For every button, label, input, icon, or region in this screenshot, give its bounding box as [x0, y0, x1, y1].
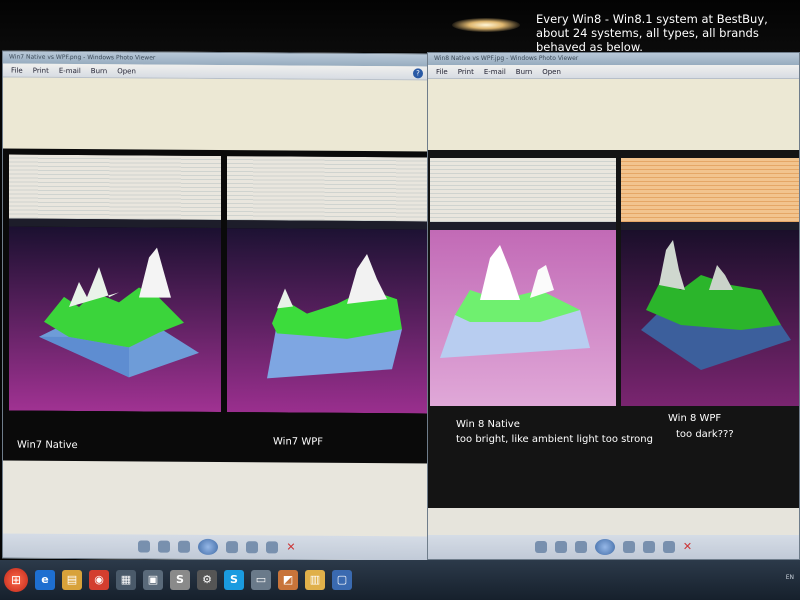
actual-size-icon[interactable] [554, 541, 567, 553]
menu-file[interactable]: File [436, 68, 448, 76]
window-icon[interactable]: ▭ [251, 570, 271, 590]
menu-burn[interactable]: Burn [91, 67, 107, 75]
surface-plot-win8-native [430, 230, 616, 406]
caption-win8-native-note: too bright, like ambient light too stron… [456, 434, 653, 445]
previous-icon[interactable] [178, 540, 190, 553]
zoom-icon[interactable] [138, 540, 150, 553]
viewer-canvas-background [3, 77, 431, 153]
skype-icon[interactable]: S [224, 570, 244, 590]
menu-email[interactable]: E-mail [484, 68, 506, 76]
code-editor-pane [430, 158, 616, 222]
caption-win8-native-title: Win 8 Native [456, 419, 520, 430]
surface-plot-win7-wpf [227, 228, 427, 414]
delete-icon[interactable]: ✕ [683, 541, 693, 553]
status-strip [430, 222, 616, 230]
caption-win8-wpf-note: too dark??? [676, 429, 734, 440]
photo-viewer-window-right[interactable]: Win8 Native vs WPF.jpg - Windows Photo V… [427, 52, 800, 560]
surface-plot-win8-wpf [621, 230, 799, 406]
status-strip [621, 222, 799, 230]
photo-icon[interactable]: ◩ [278, 570, 298, 590]
caption-win7-wpf: Win7 WPF [273, 436, 323, 448]
photo-win8-comparison: Win 8 Native too bright, like ambient li… [428, 150, 799, 508]
annotation-top-note: Every Win8 - Win8.1 system at BestBuy, a… [536, 12, 768, 54]
code-editor-pane [621, 158, 799, 222]
viewer-playback-controls: ✕ [3, 533, 431, 561]
start-button-icon[interactable]: ⊞ [4, 568, 28, 592]
screen-win8-wpf [621, 158, 799, 406]
help-icon[interactable]: ? [413, 67, 423, 78]
screen-win7-native [9, 154, 221, 413]
caption-win8-wpf-title: Win 8 WPF [668, 413, 722, 424]
monitor-icon[interactable]: ▢ [332, 570, 352, 590]
previous-icon[interactable] [574, 541, 587, 553]
rotate-left-icon[interactable] [246, 541, 258, 554]
code-editor-pane [9, 154, 221, 221]
zoom-icon[interactable] [534, 541, 547, 553]
photo-viewer-window-left[interactable]: Win7 Native vs WPF.png - Windows Photo V… [2, 50, 432, 562]
photo-win7-comparison: Win7 Native Win7 WPF [3, 148, 431, 464]
app-icon[interactable]: ▣ [143, 570, 163, 590]
viewer-canvas-background [428, 79, 799, 151]
viewer-playback-controls: ✕ [428, 535, 799, 559]
delete-icon[interactable]: ✕ [286, 540, 296, 553]
chrome-icon[interactable]: ◉ [89, 570, 109, 590]
next-icon[interactable] [226, 541, 238, 554]
menu-burn[interactable]: Burn [516, 68, 532, 76]
rotate-right-icon[interactable] [266, 541, 278, 554]
s-app-icon[interactable]: S [170, 570, 190, 590]
windows-taskbar: ⊞ e ▤ ◉ ▦ ▣ S ⚙ S ▭ ◩ ▥ ▢ EN [0, 560, 800, 600]
menu-file[interactable]: File [11, 66, 23, 74]
folder-icon[interactable]: ▥ [305, 570, 325, 590]
menu-print[interactable]: Print [33, 66, 49, 74]
menu-open[interactable]: Open [542, 68, 561, 76]
system-tray-language[interactable]: EN [786, 574, 794, 581]
surface-plot-win7-native [9, 226, 221, 413]
actual-size-icon[interactable] [158, 540, 170, 553]
settings-icon[interactable]: ⚙ [197, 570, 217, 590]
screen-win8-native [430, 158, 616, 406]
rotate-left-icon[interactable] [642, 541, 655, 553]
next-icon[interactable] [622, 541, 635, 553]
menu-print[interactable]: Print [458, 68, 474, 76]
ie-icon[interactable]: e [35, 570, 55, 590]
viewer-menubar: File Print E-mail Burn Open [428, 65, 799, 79]
menu-email[interactable]: E-mail [59, 66, 81, 74]
slideshow-button[interactable] [594, 539, 615, 555]
ceiling-lamp-glare [452, 18, 520, 32]
code-editor-pane [227, 156, 427, 222]
caption-win7-native: Win7 Native [17, 439, 78, 452]
window-title: Win8 Native vs WPF.jpg - Windows Photo V… [428, 53, 799, 65]
menu-open[interactable]: Open [117, 67, 136, 75]
app-icon[interactable]: ▦ [116, 570, 136, 590]
explorer-icon[interactable]: ▤ [62, 570, 82, 590]
slideshow-button[interactable] [198, 538, 218, 556]
rotate-right-icon[interactable] [662, 541, 675, 553]
screen-win7-wpf [227, 156, 427, 414]
